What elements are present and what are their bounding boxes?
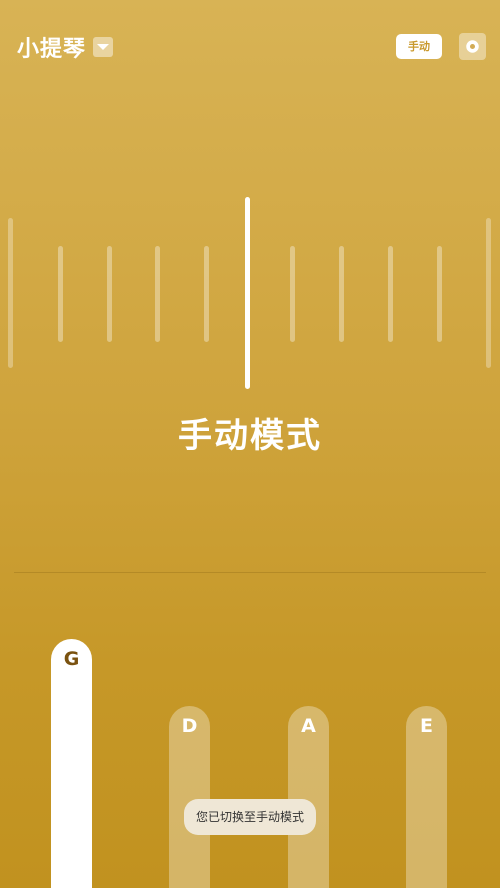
scale-tick: [388, 246, 393, 342]
caret-down-icon[interactable]: [93, 37, 113, 57]
tuning-scale: [0, 190, 500, 395]
scale-tick: [290, 246, 295, 342]
string-g-button[interactable]: G: [51, 639, 92, 888]
divider: [14, 572, 486, 573]
string-e-button[interactable]: E: [406, 706, 447, 888]
top-bar: 小提琴 手动: [0, 0, 500, 92]
string-note-label: D: [181, 715, 198, 737]
scale-tick: [437, 246, 442, 342]
scale-tick: [339, 246, 344, 342]
scale-tick: [486, 218, 491, 368]
gear-icon: [466, 40, 479, 53]
scale-tick: [204, 246, 209, 342]
toast-message: 您已切换至手动模式: [184, 799, 316, 835]
instrument-title[interactable]: 小提琴: [17, 31, 86, 63]
string-a-button[interactable]: A: [288, 706, 329, 888]
string-note-label: E: [420, 715, 433, 737]
scale-tick: [8, 218, 13, 368]
string-d-button[interactable]: D: [169, 706, 210, 888]
scale-tick: [58, 246, 63, 342]
tuning-needle: [245, 197, 250, 389]
string-note-label: G: [63, 648, 80, 670]
scale-tick: [155, 246, 160, 342]
scale-tick: [107, 246, 112, 342]
settings-button[interactable]: [459, 33, 486, 60]
mode-toggle-button[interactable]: 手动: [396, 34, 442, 59]
string-note-label: A: [301, 715, 316, 737]
mode-title: 手动模式: [178, 416, 322, 456]
